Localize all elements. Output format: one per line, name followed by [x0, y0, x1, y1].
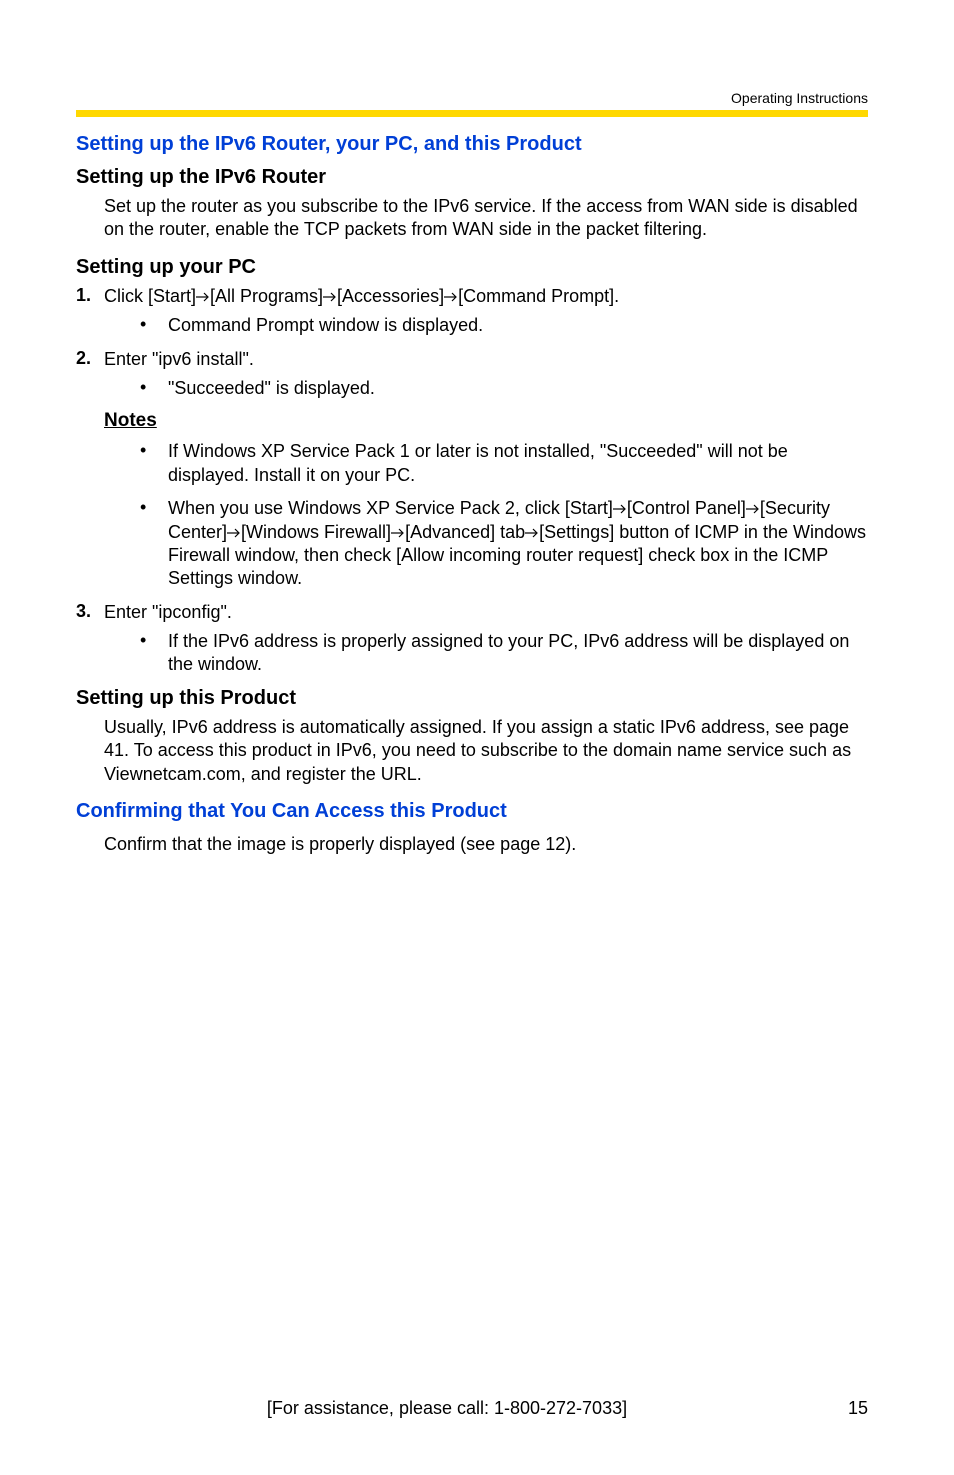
- bullet-dot: •: [140, 630, 168, 677]
- bullet-text: If Windows XP Service Pack 1 or later is…: [168, 440, 868, 487]
- bullet-item: • When you use Windows XP Service Pack 2…: [140, 497, 868, 591]
- arrow-icon: [525, 521, 539, 544]
- arrow-icon: [196, 285, 210, 308]
- arrow-icon: [323, 285, 337, 308]
- footer-assist: [For assistance, please call: 1-800-272-…: [76, 1398, 818, 1419]
- step-number: 2.: [76, 348, 104, 371]
- bullet-text: Command Prompt window is displayed.: [168, 314, 868, 337]
- text-fragment: [Accessories]: [337, 286, 444, 306]
- text-fragment: [Advanced] tab: [405, 522, 525, 542]
- subheading-product: Setting up this Product: [76, 687, 868, 710]
- bullet-item: • Command Prompt window is displayed.: [140, 314, 868, 337]
- text-fragment: [Control Panel]: [627, 498, 746, 518]
- section-title-setup: Setting up the IPv6 Router, your PC, and…: [76, 133, 868, 156]
- section-title-confirm: Confirming that You Can Access this Prod…: [76, 800, 868, 823]
- arrow-icon: [746, 497, 760, 520]
- bullet-dot: •: [140, 377, 168, 400]
- step-3-body: Enter "ipconfig".: [104, 601, 868, 624]
- bullet-item: • If the IPv6 address is properly assign…: [140, 630, 868, 677]
- subheading-pc: Setting up your PC: [76, 256, 868, 279]
- text-fragment: [Command Prompt].: [458, 286, 619, 306]
- subheading-router: Setting up the IPv6 Router: [76, 166, 868, 189]
- arrow-icon: [227, 521, 241, 544]
- step-2: 2. Enter "ipv6 install".: [76, 348, 868, 371]
- text-fragment: [All Programs]: [210, 286, 323, 306]
- text-fragment: Click [Start]: [104, 286, 196, 306]
- bullet-dot: •: [140, 314, 168, 337]
- text-fragment: When you use Windows XP Service Pack 2, …: [168, 498, 613, 518]
- page-number: 15: [818, 1398, 868, 1419]
- arrow-icon: [444, 285, 458, 308]
- bullet-text: When you use Windows XP Service Pack 2, …: [168, 497, 868, 591]
- arrow-icon: [391, 521, 405, 544]
- arrow-icon: [613, 497, 627, 520]
- bullet-text: "Succeeded" is displayed.: [168, 377, 868, 400]
- step-number: 3.: [76, 601, 104, 624]
- paragraph-product: Usually, IPv6 address is automatically a…: [104, 716, 868, 786]
- header-rule: [76, 110, 868, 117]
- bullet-item: • If Windows XP Service Pack 1 or later …: [140, 440, 868, 487]
- bullet-text: If the IPv6 address is properly assigned…: [168, 630, 868, 677]
- footer: [For assistance, please call: 1-800-272-…: [0, 1398, 954, 1419]
- header-label: Operating Instructions: [76, 90, 868, 106]
- step-2-body: Enter "ipv6 install".: [104, 348, 868, 371]
- step-1-body: Click [Start] [All Programs] [Accessories]…: [104, 285, 868, 308]
- bullet-dot: •: [140, 497, 168, 591]
- step-number: 1.: [76, 285, 104, 308]
- bullet-dot: •: [140, 440, 168, 487]
- step-3: 3. Enter "ipconfig".: [76, 601, 868, 624]
- text-fragment: [Windows Firewall]: [241, 522, 391, 542]
- paragraph-confirm: Confirm that the image is properly displ…: [104, 833, 868, 856]
- paragraph-router: Set up the router as you subscribe to th…: [104, 195, 868, 242]
- step-1: 1. Click [Start] [All Programs] [Accessori…: [76, 285, 868, 308]
- notes-heading: Notes: [104, 410, 868, 432]
- bullet-item: • "Succeeded" is displayed.: [140, 377, 868, 400]
